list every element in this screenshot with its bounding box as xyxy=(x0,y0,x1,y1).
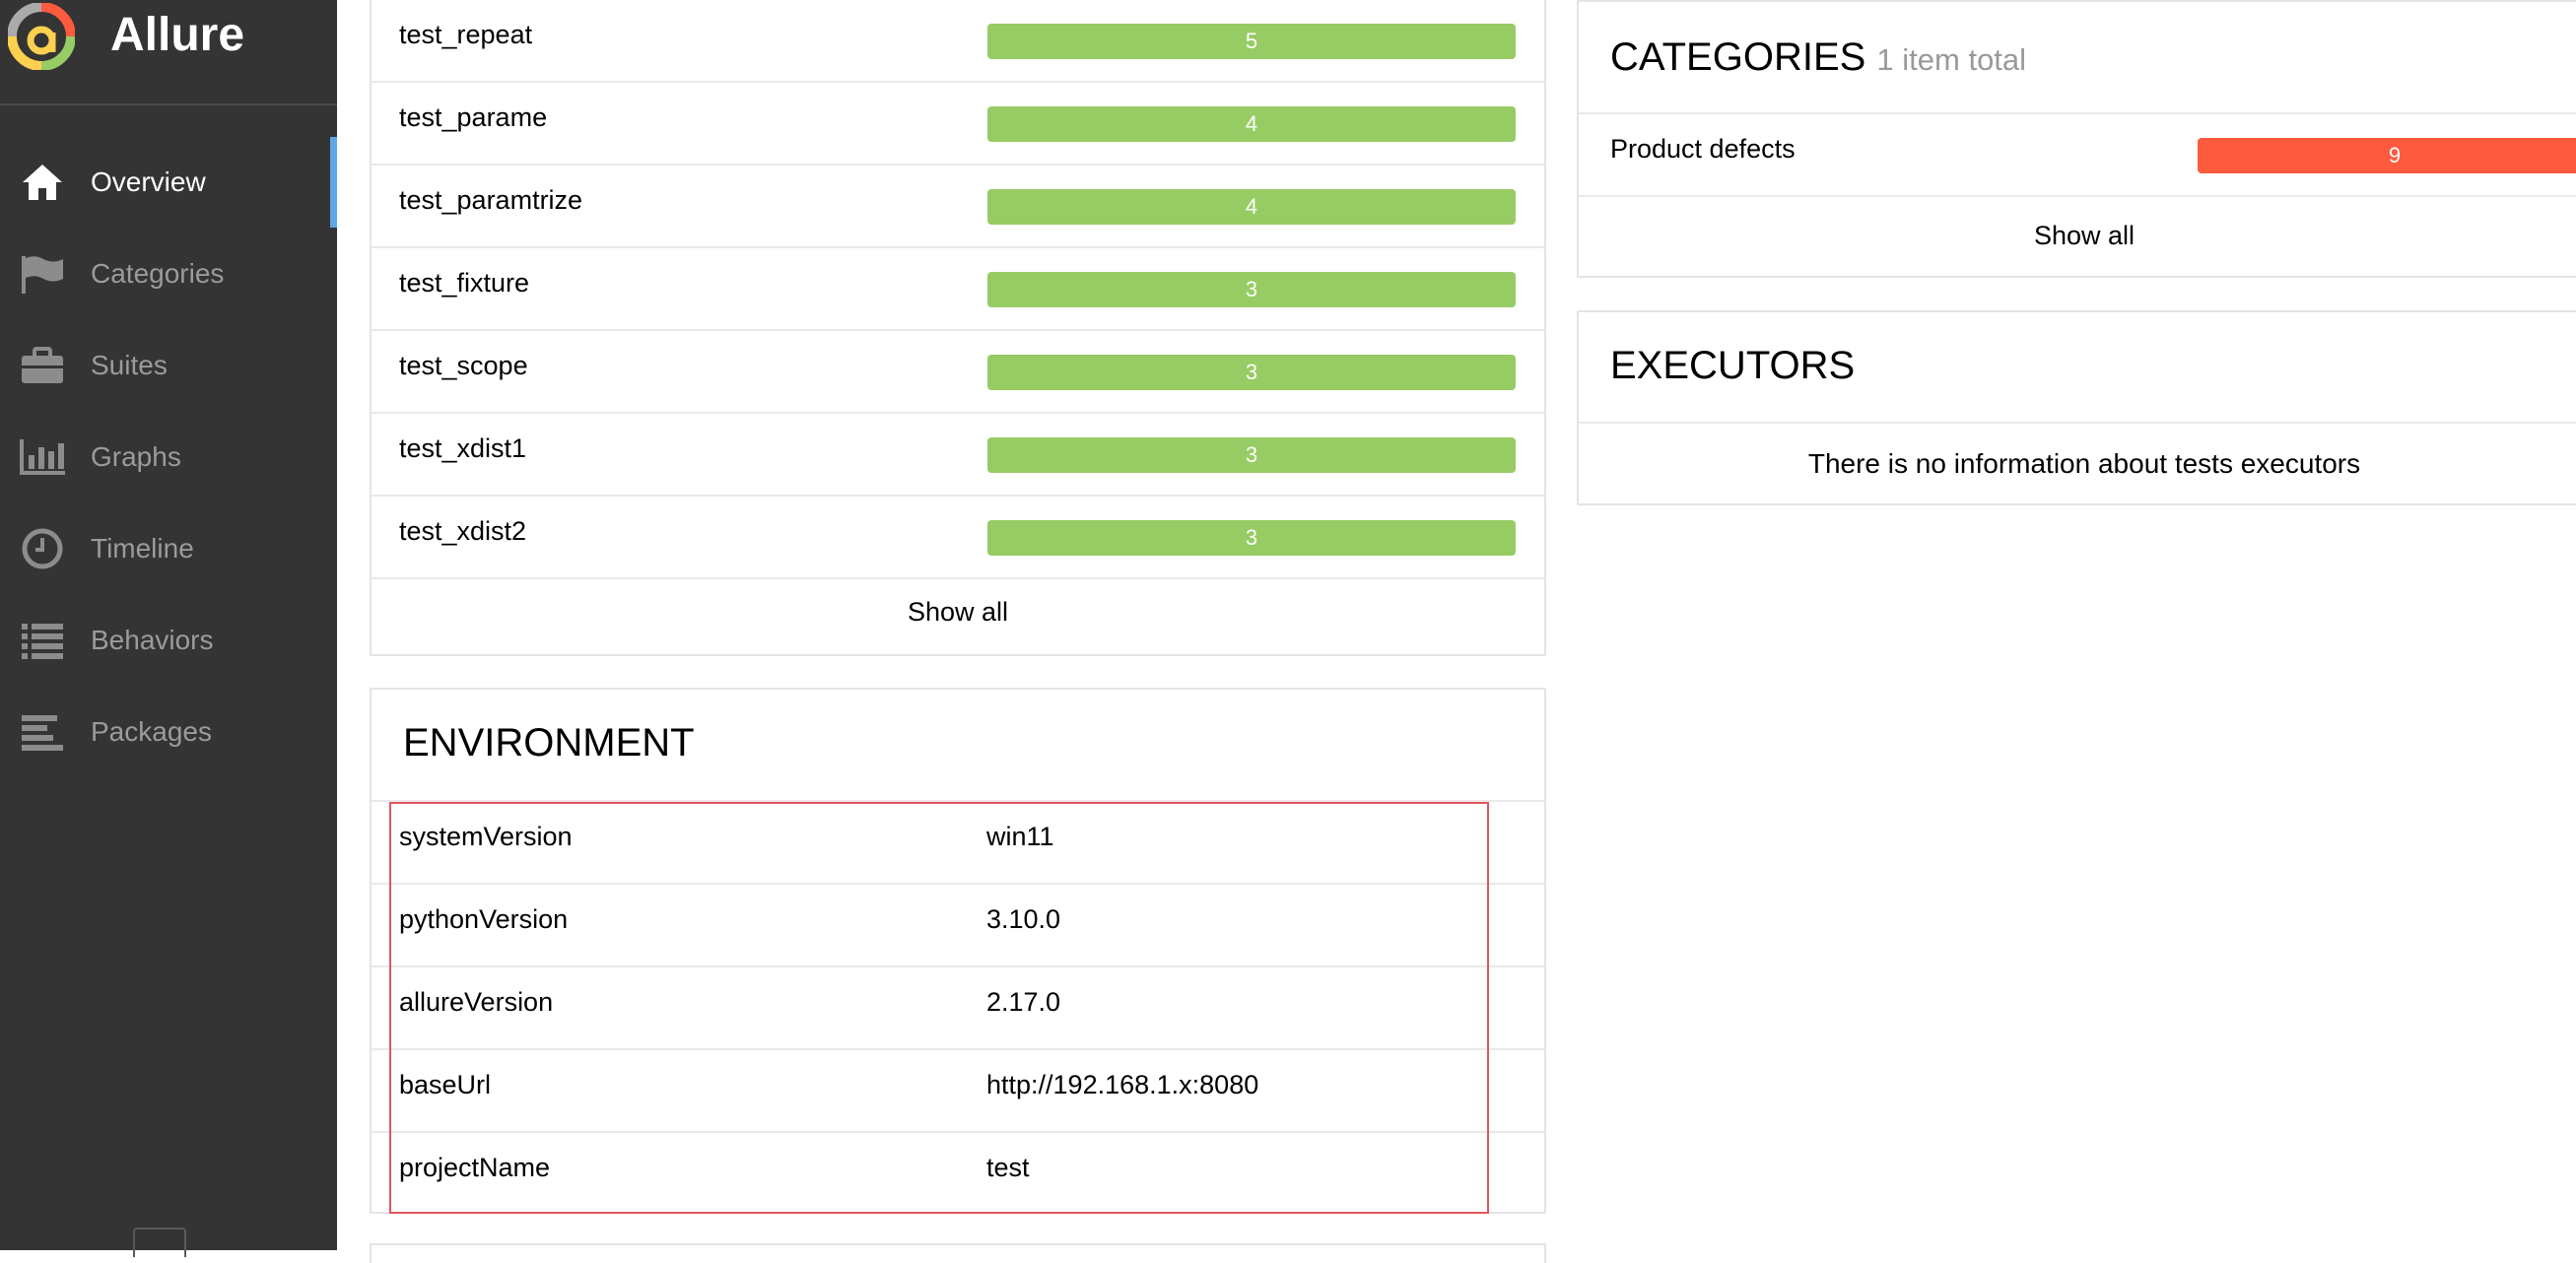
home-icon xyxy=(18,158,67,207)
nav-label: Graphs xyxy=(91,441,181,472)
flag-icon xyxy=(18,249,67,299)
align-left-icon xyxy=(18,707,67,757)
nav-item-packages[interactable]: Packages xyxy=(0,687,337,777)
categories-count: 1 item total xyxy=(1876,42,2027,77)
allure-logo-icon xyxy=(8,3,75,70)
features-show-all-link[interactable]: Show all xyxy=(372,597,1544,628)
feature-row[interactable]: test_xdist2 3 xyxy=(372,497,1544,579)
feature-name: test_xdist2 xyxy=(399,516,527,546)
env-key: allureVersion xyxy=(399,987,554,1017)
nav-label: Timeline xyxy=(91,533,194,564)
nav-label: Suites xyxy=(91,350,168,380)
categories-widget: CATEGORIES 1 item total Product defects … xyxy=(1577,0,2576,278)
feature-name: test_xdist1 xyxy=(399,433,527,463)
nav-item-timeline[interactable]: Timeline xyxy=(0,503,337,594)
passed-bar: 4 xyxy=(987,106,1516,142)
env-value: http://192.168.1.x:8080 xyxy=(986,1070,1259,1099)
nav-label: Packages xyxy=(91,716,212,747)
feature-name: test_repeat xyxy=(399,20,533,49)
categories-title: CATEGORIES 1 item total xyxy=(1610,35,2026,80)
env-row: pythonVersion 3.10.0 xyxy=(372,885,1544,967)
env-key: systemVersion xyxy=(399,822,573,851)
feature-row[interactable]: test_xdist1 3 xyxy=(372,414,1544,497)
sidebar: Allure Overview Categories Suites Graphs… xyxy=(0,0,337,1257)
nav-item-behaviors[interactable]: Behaviors xyxy=(0,595,337,686)
next-widget xyxy=(370,1243,1546,1263)
env-row: projectName test xyxy=(372,1133,1544,1216)
env-row: baseUrl http://192.168.1.x:8080 xyxy=(372,1050,1544,1133)
passed-bar: 3 xyxy=(987,355,1516,390)
feature-row[interactable]: test_fixture 3 xyxy=(372,248,1544,331)
nav-item-graphs[interactable]: Graphs xyxy=(0,412,337,502)
feature-row[interactable]: test_parame 4 xyxy=(372,83,1544,166)
env-row: systemVersion win11 xyxy=(372,802,1544,885)
category-row[interactable]: Product defects 9 xyxy=(1579,114,2576,197)
feature-name: test_scope xyxy=(399,351,528,380)
passed-bar: 4 xyxy=(987,189,1516,225)
executors-empty-message: There is no information about tests exec… xyxy=(1807,448,2361,479)
passed-bar: 3 xyxy=(987,272,1516,307)
divider xyxy=(1579,422,2576,424)
passed-bar: 3 xyxy=(987,437,1516,473)
env-value: 2.17.0 xyxy=(986,987,1061,1017)
collapse-sidebar-button[interactable] xyxy=(133,1228,186,1257)
nav-label: Categories xyxy=(91,258,225,289)
env-row: allureVersion 2.17.0 xyxy=(372,967,1544,1050)
env-value: test xyxy=(986,1153,1030,1182)
passed-bar: 3 xyxy=(987,520,1516,556)
feature-name: test_fixture xyxy=(399,268,530,298)
env-key: projectName xyxy=(399,1153,551,1182)
list-icon xyxy=(18,616,67,665)
brand[interactable]: Allure xyxy=(0,0,337,105)
nav-label: Overview xyxy=(91,166,206,197)
features-widget: test_repeat 5 test_parame 4 test_paramtr… xyxy=(370,0,1546,656)
category-name: Product defects xyxy=(1610,134,1796,164)
bar-chart-icon xyxy=(18,432,67,482)
briefcase-icon xyxy=(18,341,67,390)
nav-label: Behaviors xyxy=(91,625,214,655)
executors-title: EXECUTORS xyxy=(1610,344,1856,387)
failed-bar: 9 xyxy=(2198,138,2576,173)
executors-widget: EXECUTORS There is no information about … xyxy=(1577,310,2576,505)
environment-title: ENVIRONMENT xyxy=(403,721,695,764)
feature-name: test_paramtrize xyxy=(399,185,583,215)
app-name: Allure xyxy=(110,9,245,61)
feature-row[interactable]: test_paramtrize 4 xyxy=(372,166,1544,248)
env-value: 3.10.0 xyxy=(986,904,1061,934)
feature-row[interactable]: test_repeat 5 xyxy=(372,0,1544,83)
feature-row[interactable]: test_scope 3 xyxy=(372,331,1544,414)
nav-item-categories[interactable]: Categories xyxy=(0,229,337,319)
categories-title-text: CATEGORIES xyxy=(1610,35,1866,79)
nav-item-suites[interactable]: Suites xyxy=(0,320,337,411)
env-value: win11 xyxy=(986,822,1054,851)
env-key: pythonVersion xyxy=(399,904,569,934)
environment-widget: ENVIRONMENT systemVersion win11 pythonVe… xyxy=(370,688,1546,1214)
nav-item-overview[interactable]: Overview xyxy=(0,137,337,228)
clock-icon xyxy=(18,524,67,573)
env-key: baseUrl xyxy=(399,1070,492,1099)
feature-name: test_parame xyxy=(399,102,548,132)
categories-show-all-link[interactable]: Show all xyxy=(1579,221,2576,251)
passed-bar: 5 xyxy=(987,24,1516,59)
